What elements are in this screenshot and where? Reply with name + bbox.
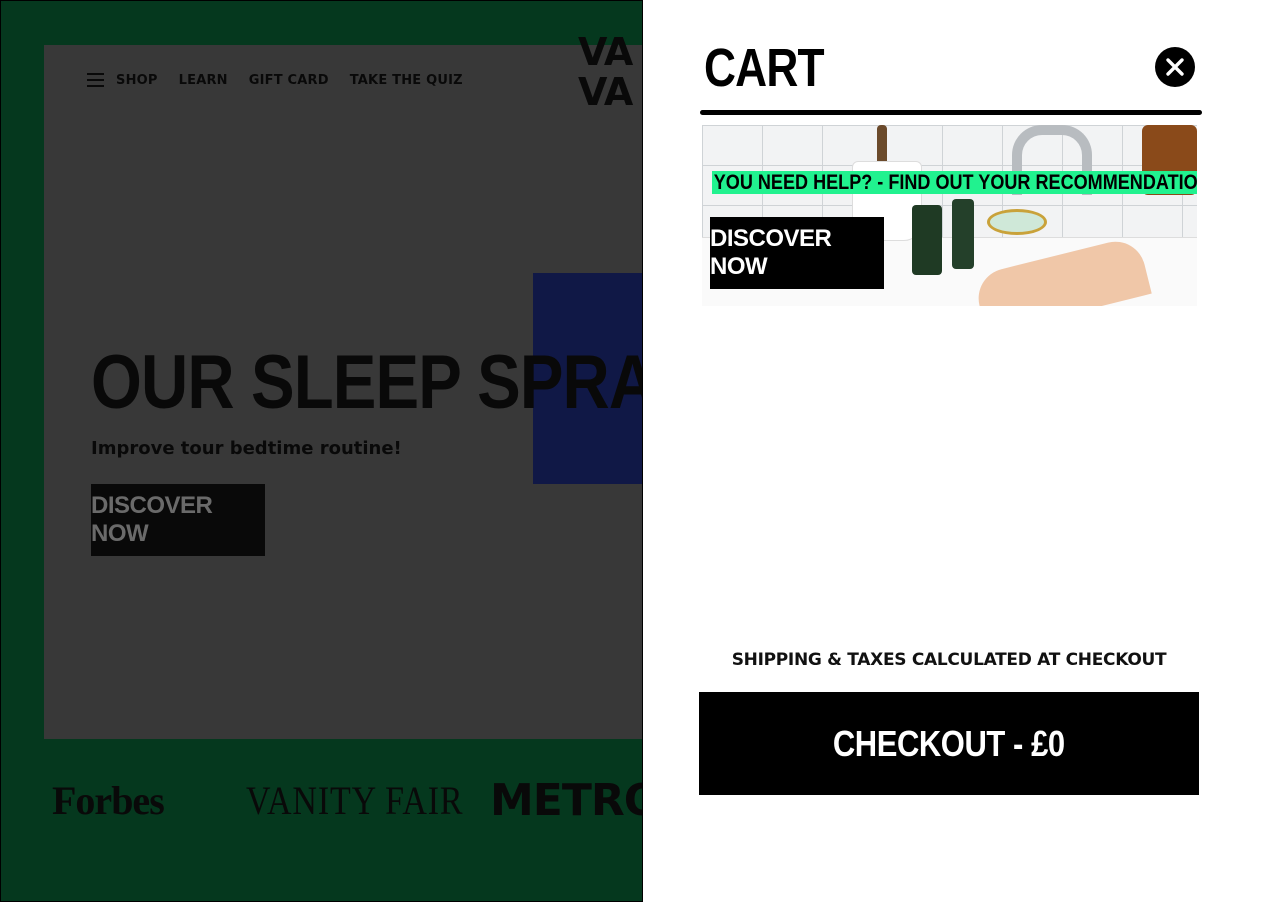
promo-discover-button[interactable]: DISCOVER NOW [710, 217, 884, 289]
recommendation-promo-banner: YOU NEED HELP? - FIND OUT YOUR RECOMMEND… [702, 125, 1197, 306]
product-bottle-image [912, 205, 942, 275]
close-icon [1166, 58, 1184, 76]
cart-close-button[interactable] [1155, 47, 1195, 87]
cart-title: CART [704, 38, 825, 98]
promo-headline: YOU NEED HELP? - FIND OUT YOUR RECOMMEND… [712, 171, 1197, 194]
checkout-button[interactable]: CHECKOUT - £0 [699, 692, 1199, 795]
cart-title-divider [700, 110, 1202, 115]
product-bottle-image [952, 199, 974, 269]
soap-dish-image [987, 209, 1047, 235]
shipping-note: SHIPPING & TAXES CALCULATED AT CHECKOUT [731, 650, 1167, 670]
checkout-button-label: CHECKOUT - £0 [833, 722, 1065, 764]
modal-backdrop[interactable] [0, 0, 643, 902]
promo-headline-text: YOU NEED HELP? - FIND OUT YOUR RECOMMEND… [712, 171, 1197, 194]
cart-drawer: CART YOU NEED HELP? - FIND OUT YOUR RECO… [643, 0, 1280, 902]
